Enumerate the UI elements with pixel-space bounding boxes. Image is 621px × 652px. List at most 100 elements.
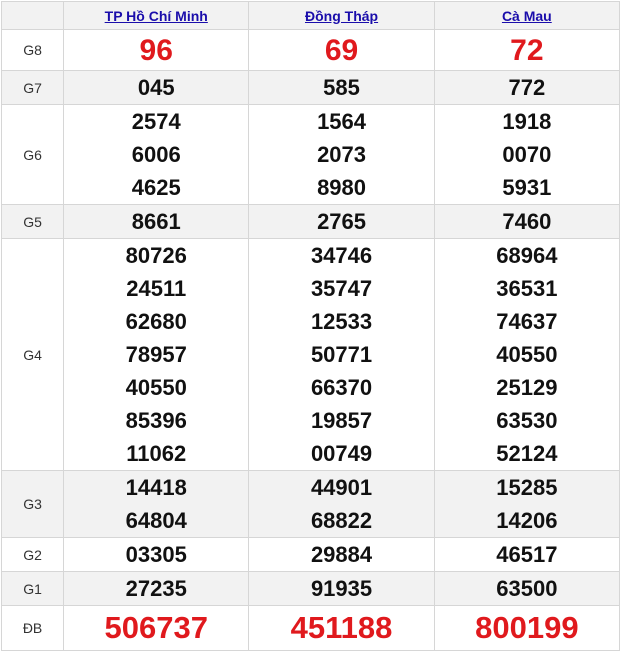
prize-cell: 68964 36531 74637 40550 25129 63530 5212… [433, 238, 621, 471]
prize-cell: 8661 [63, 204, 250, 239]
province-link-dong-thap[interactable]: Đồng Tháp [305, 8, 378, 24]
prize-cell: 46517 [433, 537, 621, 572]
prize-cell: 29884 [248, 537, 435, 572]
prize-row-g1: G1 27235 91935 63500 [0, 571, 621, 606]
prize-number: 11062 [126, 441, 187, 466]
prize-number: 24511 [126, 276, 187, 301]
prize-row-g8: G8 96 69 72 [0, 29, 621, 71]
prize-cell: 69 [248, 29, 435, 71]
prize-number: 19857 [310, 408, 373, 433]
province-link-ca-mau[interactable]: Cà Mau [502, 8, 552, 24]
prize-cell: 585 [248, 70, 435, 105]
prize-number: 585 [323, 75, 360, 100]
prize-number: 1564 [317, 109, 367, 134]
prize-row-db: ĐB 506737 451188 800199 [0, 605, 621, 651]
prize-number: 62680 [125, 309, 187, 334]
header-province-1: TP Hồ Chí Minh [63, 1, 250, 30]
prize-cell: 1918 0070 5931 [433, 104, 621, 205]
prize-row-g4: G4 80726 24511 62680 78957 40550 85396 1… [0, 238, 621, 471]
prize-cell: 80726 24511 62680 78957 40550 85396 1106… [63, 238, 250, 471]
prize-number: 69 [324, 33, 359, 67]
lottery-results-table: TP Hồ Chí Minh Đồng Tháp Cà Mau G8 96 69… [0, 1, 621, 651]
prize-cell: 34746 35747 12533 50771 66370 19857 0074… [248, 238, 435, 471]
header-corner [0, 1, 65, 30]
prize-number: 5931 [502, 175, 552, 200]
prize-number: 12533 [310, 309, 373, 334]
prize-cell: 045 [63, 70, 250, 105]
jackpot-number: 506737 [104, 610, 208, 645]
prize-number: 78957 [125, 342, 187, 367]
prize-cell: 63500 [433, 571, 621, 606]
prize-number: 03305 [125, 542, 187, 567]
prize-number: 34746 [310, 243, 373, 268]
prize-number: 91935 [310, 576, 373, 601]
prize-number: 36531 [496, 276, 558, 301]
prize-cell: 91935 [248, 571, 435, 606]
prize-number: 1918 [502, 109, 552, 134]
prize-cell: 03305 [63, 537, 250, 572]
prize-cell: 15285 14206 [433, 470, 621, 538]
prize-row-g5: G5 8661 2765 7460 [0, 204, 621, 239]
prize-number: 68822 [310, 508, 373, 533]
prize-number: 64804 [125, 508, 187, 533]
prize-number: 772 [508, 75, 546, 100]
prize-number: 40550 [496, 342, 558, 367]
prize-cell: 451188 [248, 605, 435, 651]
header-row: TP Hồ Chí Minh Đồng Tháp Cà Mau [0, 1, 621, 30]
prize-cell: 14418 64804 [63, 470, 250, 538]
prize-cell: 1564 2073 8980 [248, 104, 435, 205]
prize-label-g6: G6 [0, 104, 65, 205]
prize-label-g2: G2 [0, 537, 65, 572]
prize-number: 27235 [125, 576, 187, 601]
prize-cell: 2574 6006 4625 [63, 104, 250, 205]
prize-number: 4625 [131, 175, 181, 200]
prize-cell: 2765 [248, 204, 435, 239]
prize-number: 2073 [317, 142, 367, 167]
prize-number: 2765 [317, 209, 367, 234]
header-province-3: Cà Mau [433, 1, 621, 30]
prize-row-g2: G2 03305 29884 46517 [0, 537, 621, 572]
prize-number: 63530 [496, 408, 558, 433]
prize-cell: 44901 68822 [248, 470, 435, 538]
prize-cell: 72 [433, 29, 621, 71]
prize-number: 63500 [496, 576, 558, 601]
prize-number: 14206 [496, 508, 558, 533]
jackpot-number: 800199 [475, 610, 579, 645]
prize-row-g6: G6 2574 6006 4625 1564 2073 8980 1918 00… [0, 104, 621, 205]
prize-cell: 506737 [63, 605, 250, 651]
prize-number: 8661 [131, 209, 181, 234]
prize-number: 25129 [496, 375, 558, 400]
prize-cell: 800199 [433, 605, 621, 651]
prize-number: 74637 [496, 309, 558, 334]
jackpot-number: 451188 [290, 610, 393, 645]
prize-number: 72 [510, 33, 544, 67]
prize-cell: 772 [433, 70, 621, 105]
prize-label-g5: G5 [0, 204, 65, 239]
prize-number: 14418 [125, 475, 187, 500]
prize-number: 00749 [310, 441, 373, 466]
prize-number: 2574 [131, 109, 181, 134]
prize-number: 045 [137, 75, 175, 100]
prize-number: 96 [139, 33, 173, 67]
prize-number: 6006 [131, 142, 181, 167]
prize-cell: 27235 [63, 571, 250, 606]
prize-label-g8: G8 [0, 29, 65, 71]
prize-number: 66370 [310, 375, 373, 400]
prize-label-g4: G4 [0, 238, 65, 471]
prize-number: 7460 [502, 209, 552, 234]
prize-number: 50771 [310, 342, 373, 367]
prize-number: 40550 [125, 375, 187, 400]
prize-number: 80726 [125, 243, 187, 268]
prize-label-g1: G1 [0, 571, 65, 606]
prize-row-g7: G7 045 585 772 [0, 70, 621, 105]
prize-number: 29884 [310, 542, 373, 567]
prize-number: 85396 [125, 408, 187, 433]
prize-label-g3: G3 [0, 470, 65, 538]
prize-row-g3: G3 14418 64804 44901 68822 15285 14206 [0, 470, 621, 538]
prize-number: 15285 [496, 475, 558, 500]
province-link-hcm[interactable]: TP Hồ Chí Minh [105, 8, 208, 24]
prize-cell: 7460 [433, 204, 621, 239]
prize-number: 0070 [502, 142, 552, 167]
prize-number: 35747 [310, 276, 373, 301]
prize-number: 46517 [496, 542, 558, 567]
